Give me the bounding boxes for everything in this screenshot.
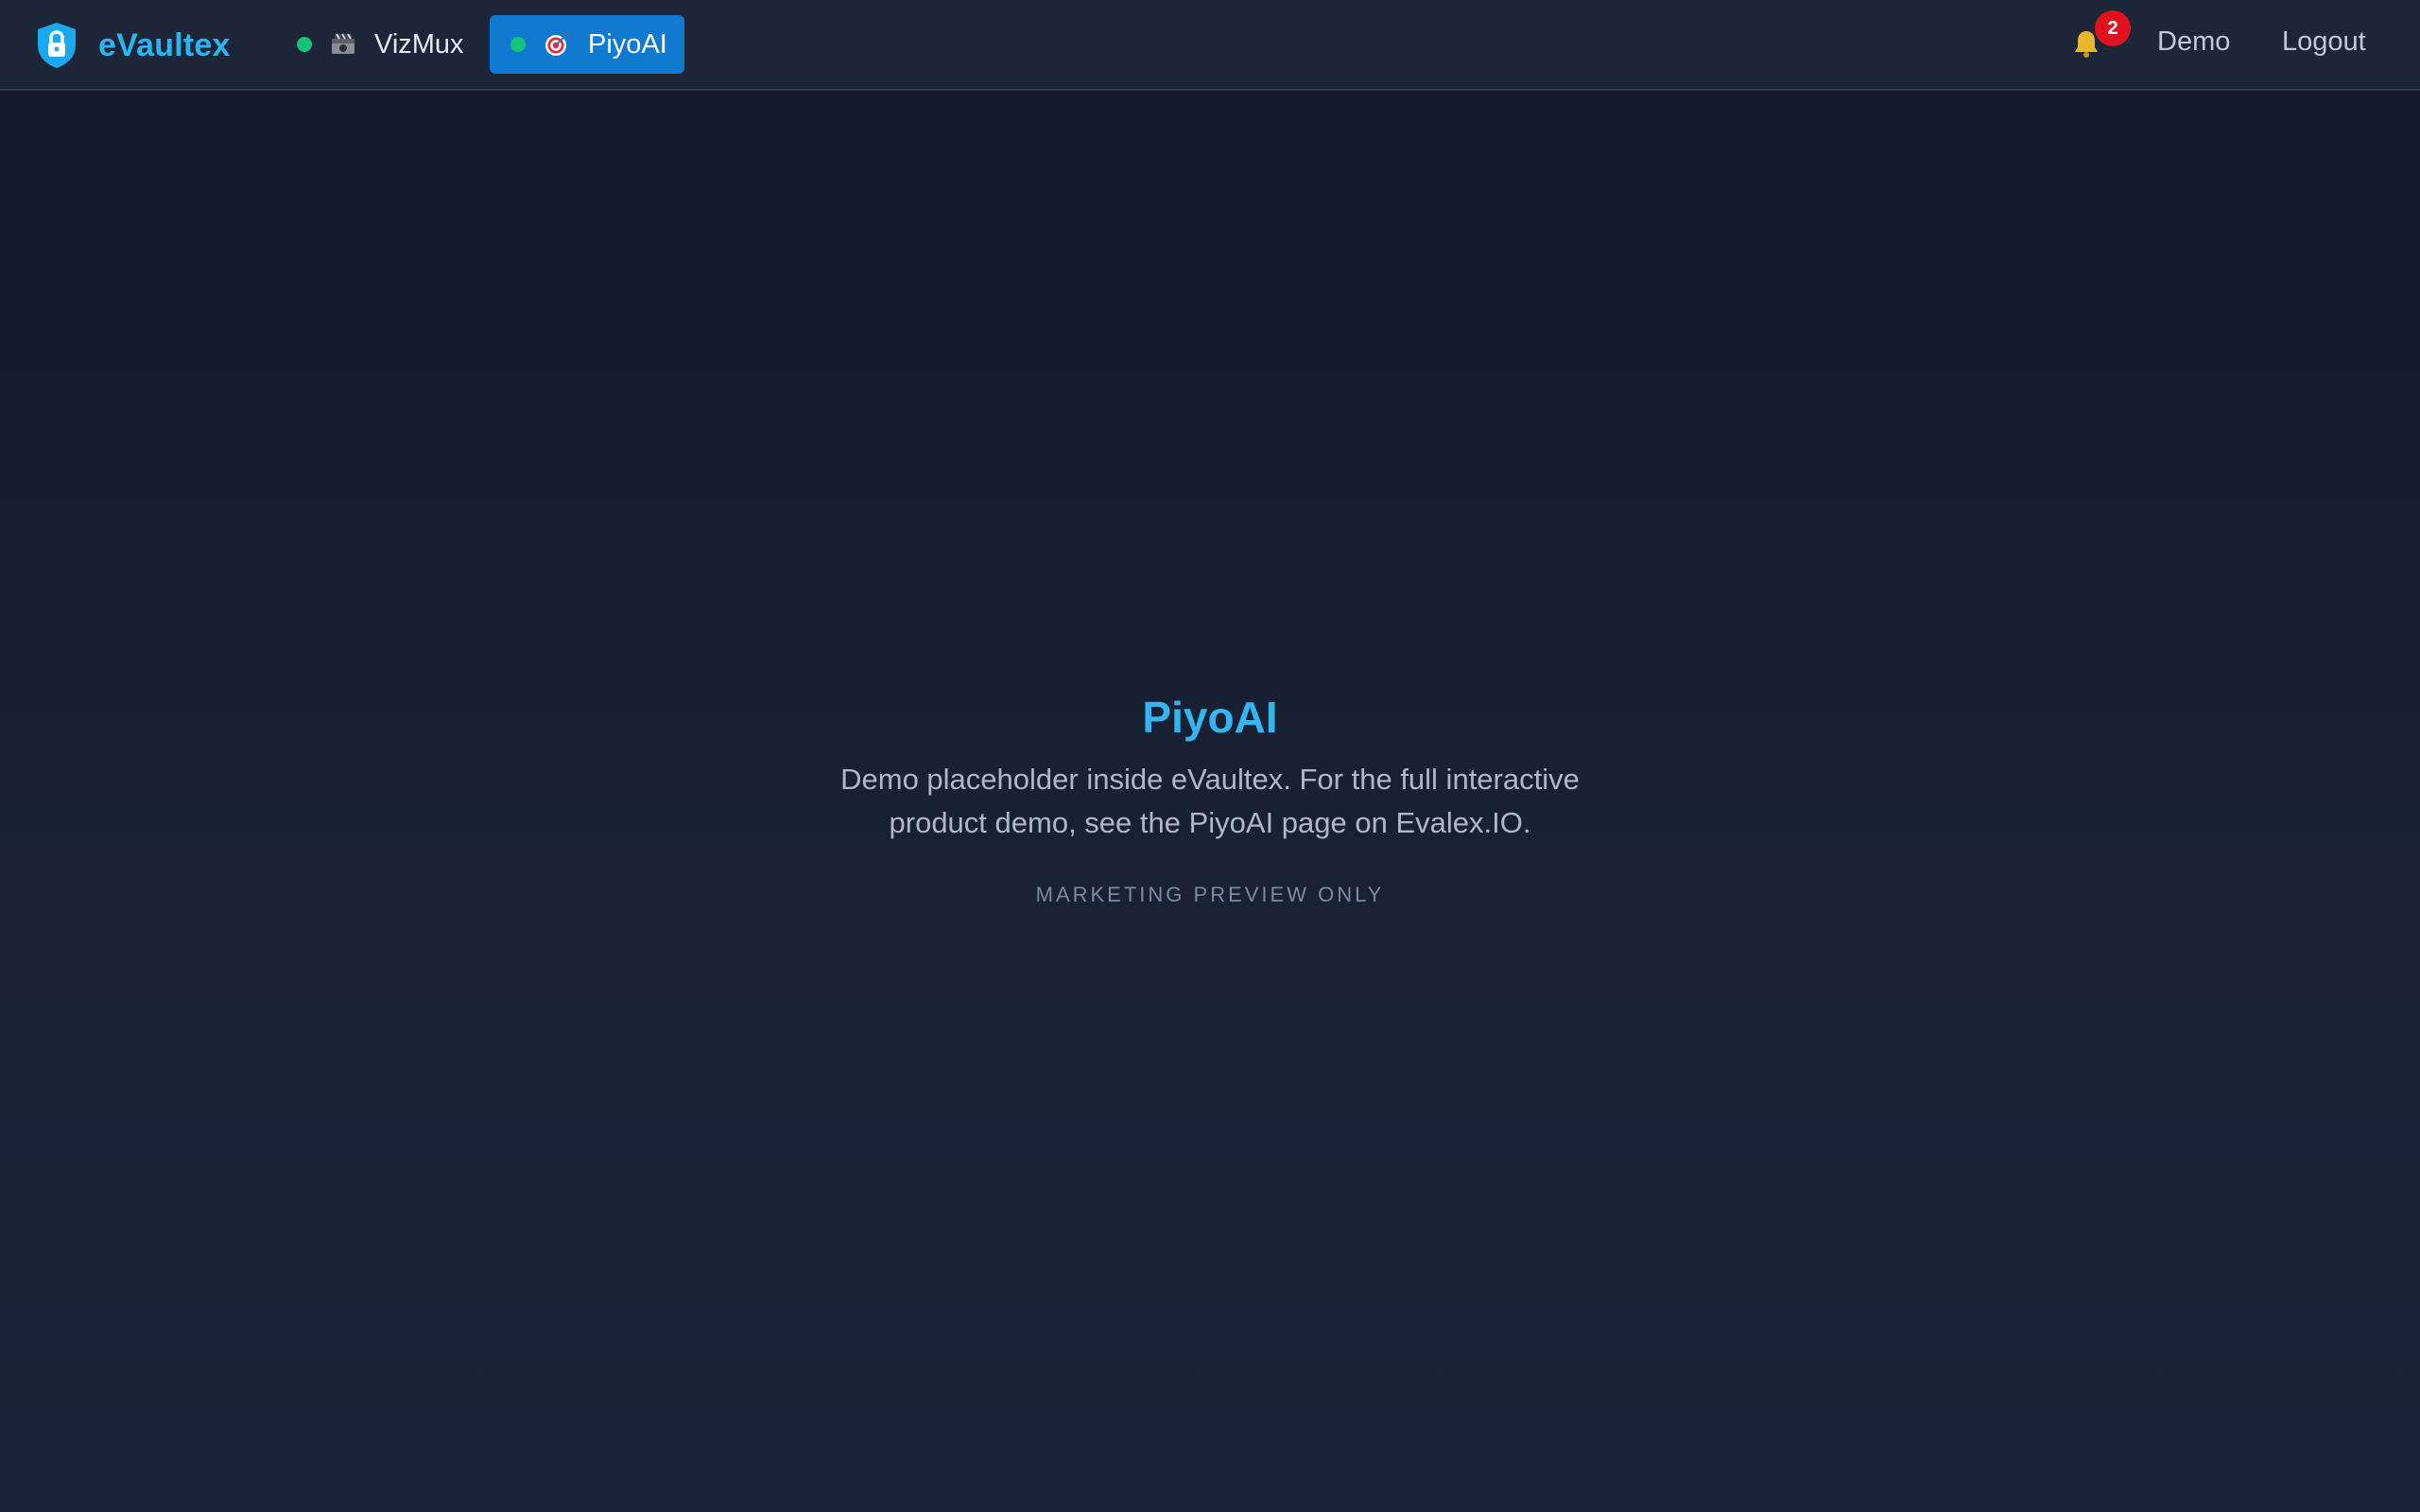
- shield-lock-icon: [38, 23, 76, 68]
- target-icon: [545, 31, 570, 56]
- marketing-preview-label: MARKETING PREVIEW ONLY: [1035, 883, 1385, 906]
- brand-name: eVaultex: [98, 26, 231, 63]
- app-tab-vizmux[interactable]: VizMux: [284, 15, 473, 74]
- brand-logo-link[interactable]: eVaultex: [34, 19, 231, 72]
- placeholder-description: Demo placeholder inside eVaultex. For th…: [840, 763, 1580, 839]
- status-online-dot: [510, 37, 526, 52]
- top-navigation-bar: eVaultex VizMux PiyoAI 2 Demo Logout: [0, 0, 2420, 91]
- app-tab-label: PiyoAI: [588, 28, 667, 60]
- logout-button[interactable]: Logout: [2282, 26, 2366, 58]
- app-tab-piyoai[interactable]: PiyoAI: [490, 15, 684, 74]
- nav-demo-link[interactable]: Demo: [2157, 26, 2230, 58]
- status-online-dot: [297, 37, 312, 52]
- placeholder-content: PiyoAI Demo placeholder inside eVaultex.…: [0, 686, 2420, 907]
- notification-count-badge: 2: [2095, 10, 2131, 46]
- app-tab-label: VizMux: [374, 28, 464, 60]
- page-title: PiyoAI: [1142, 693, 1278, 742]
- film-camera-icon: [332, 33, 354, 54]
